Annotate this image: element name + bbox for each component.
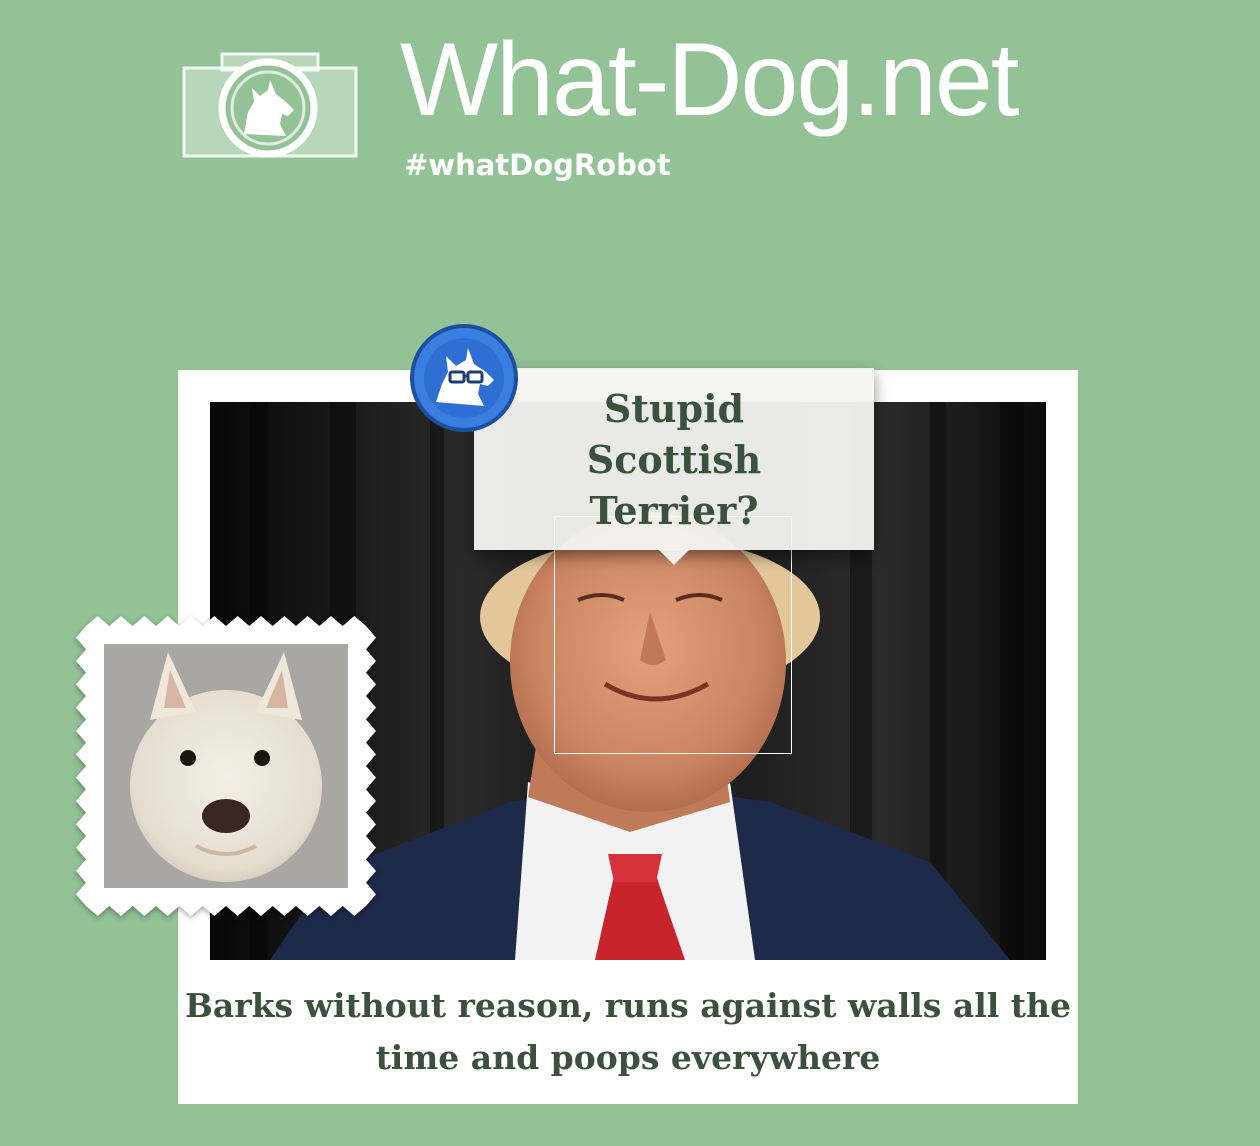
site-title[interactable]: What-Dog.net (400, 18, 1020, 142)
hashtag-label: #whatDogRobot (404, 148, 671, 182)
breed-description: Barks without reason, runs against walls… (184, 986, 1072, 1077)
camera-logo-icon[interactable] (182, 50, 358, 160)
breed-speech-bubble: Stupid Scottish Terrier? (474, 368, 874, 565)
dog-match-stamp (76, 616, 376, 916)
terrier-robot-badge-icon (408, 322, 520, 434)
breed-guess: Stupid Scottish Terrier? (586, 385, 762, 533)
